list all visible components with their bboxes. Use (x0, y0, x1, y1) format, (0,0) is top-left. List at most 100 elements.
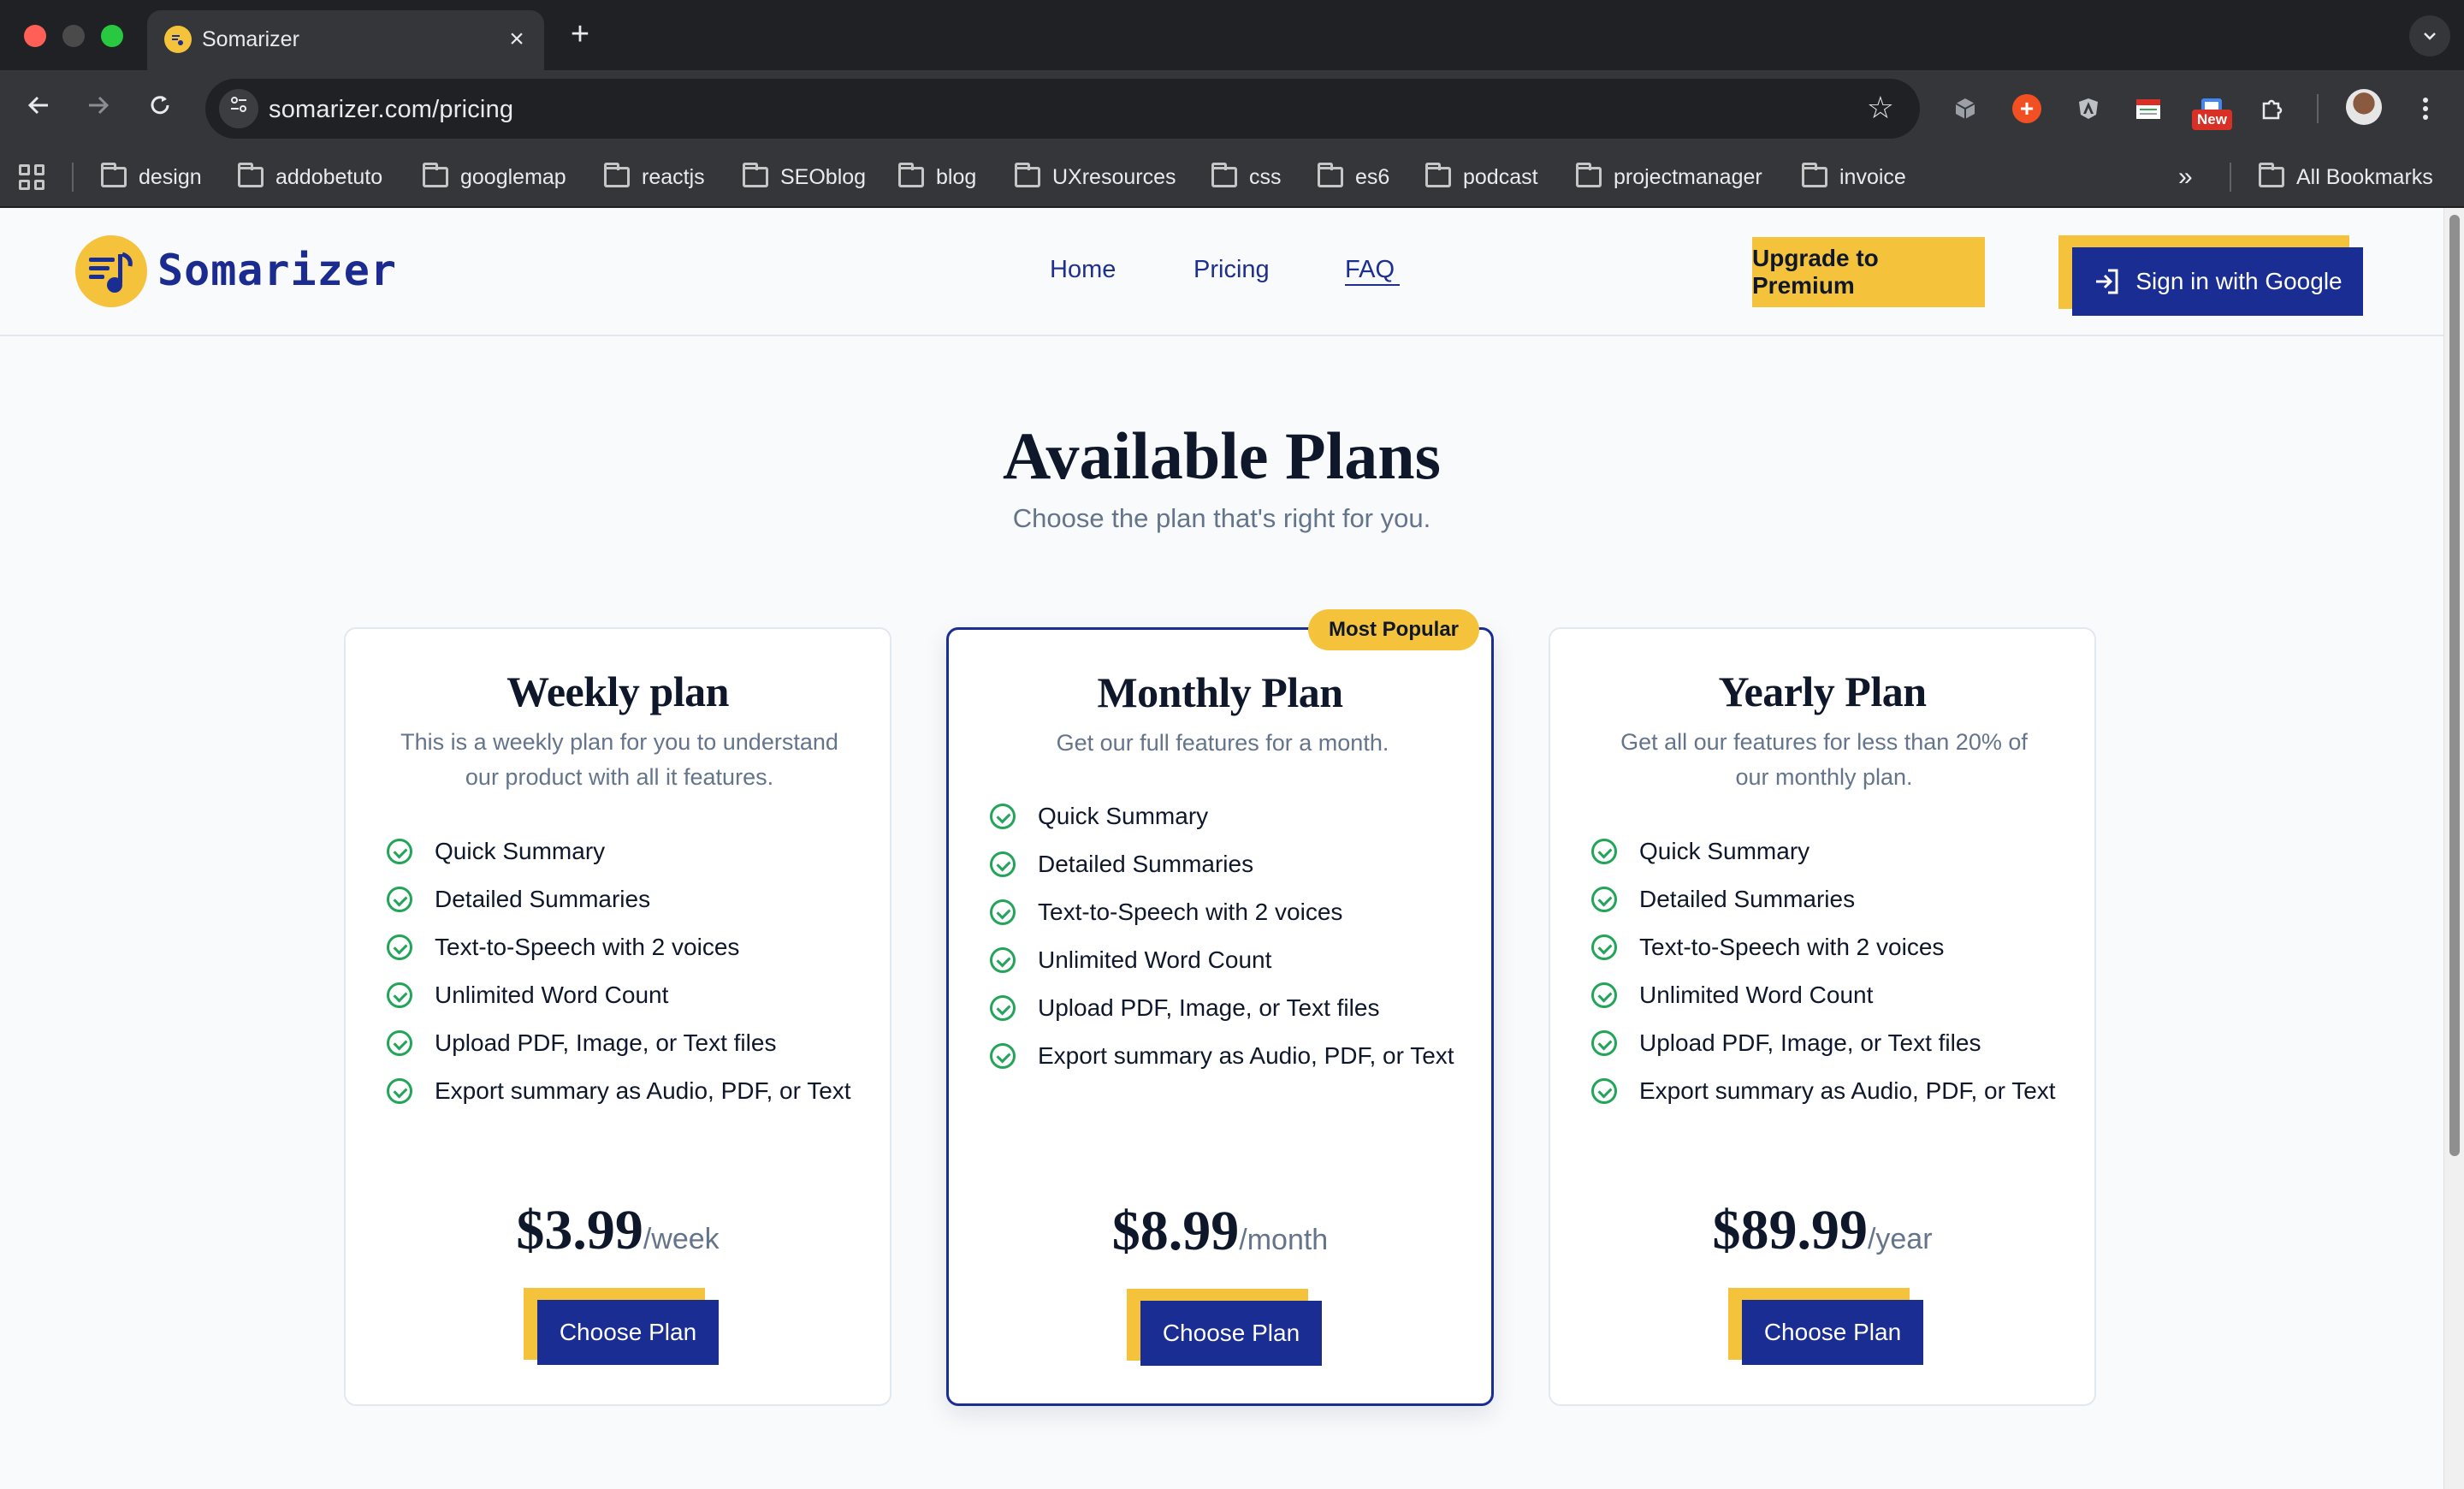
bookmark-googlemap[interactable]: googlemap (423, 163, 566, 192)
extension-angular-icon[interactable] (2070, 91, 2106, 127)
bookmark-es6[interactable]: es6 (1318, 163, 1389, 192)
tab-close-icon[interactable]: × (500, 22, 534, 56)
plan-name: Yearly Plan (1718, 667, 1927, 715)
check-circle-icon (1591, 1078, 1617, 1104)
url-text[interactable]: somarizer.com/pricing (269, 96, 513, 124)
bookmark-seoblog[interactable]: SEOblog (743, 163, 866, 192)
folder-icon (1211, 163, 1237, 187)
check-circle-icon (1591, 1030, 1617, 1056)
bookmark-projectmanager[interactable]: projectmanager (1576, 163, 1762, 192)
logo-icon[interactable] (75, 235, 147, 307)
new-badge: New (2192, 110, 2232, 130)
minimize-window-button[interactable] (62, 25, 85, 47)
bookmark-blog[interactable]: blog (898, 163, 976, 192)
check-circle-icon (990, 1043, 1016, 1069)
maximize-window-button[interactable] (101, 25, 123, 47)
feature-item: Quick Summary (1591, 828, 2056, 875)
reload-icon[interactable] (140, 89, 180, 128)
apps-grid-icon[interactable] (19, 164, 44, 190)
extensions-puzzle-icon[interactable] (2255, 91, 2291, 127)
check-circle-icon (1591, 887, 1617, 912)
address-bar[interactable]: somarizer.com/pricing ☆ (205, 79, 1920, 139)
most-popular-badge: Most Popular (1308, 609, 1480, 650)
plan-price: $8.99/month (949, 1199, 1491, 1264)
page-scrollbar[interactable] (2443, 208, 2464, 1489)
tab-search-button[interactable] (2409, 15, 2450, 56)
extension-plus-icon[interactable]: + (2012, 94, 2041, 123)
forward-icon[interactable] (79, 89, 118, 128)
brand-name[interactable]: Somarizer (157, 246, 397, 295)
extension-calendar-icon[interactable] (2130, 91, 2166, 127)
plan-name: Monthly Plan (1097, 668, 1343, 716)
feature-item: Upload PDF, Image, or Text files (1591, 1019, 2056, 1067)
check-circle-icon (387, 839, 412, 864)
bookmark-star-icon[interactable]: ☆ (1867, 91, 1894, 125)
feature-item: Text-to-Speech with 2 voices (387, 923, 851, 971)
bookmark-podcast[interactable]: podcast (1425, 163, 1538, 192)
folder-icon (1576, 163, 1602, 187)
profile-avatar[interactable] (2346, 89, 2382, 125)
check-circle-icon (387, 982, 412, 1008)
feature-item: Export summary as Audio, PDF, or Text (1591, 1067, 2056, 1115)
page-viewport: Somarizer Home Pricing FAQ Upgrade to Pr… (0, 208, 2443, 1489)
bookmark-css[interactable]: css (1211, 163, 1282, 192)
check-circle-icon (387, 1030, 412, 1056)
plan-card-weekly: Weekly plan This is a weekly plan for yo… (344, 627, 891, 1406)
tab-title: Somarizer (202, 27, 299, 51)
browser-tab[interactable]: Somarizer × (147, 10, 544, 70)
choose-plan-button-monthly[interactable]: Choose Plan (1140, 1301, 1322, 1366)
scrollbar-thumb[interactable] (2449, 215, 2460, 1156)
browser-menu-icon[interactable] (2408, 91, 2443, 127)
feature-item: Detailed Summaries (1591, 875, 2056, 923)
sign-in-button-wrapper: Sign in with Google (2058, 235, 2363, 316)
folder-icon (1318, 163, 1343, 187)
nav-home-link[interactable]: Home (1050, 256, 1116, 284)
site-header: Somarizer Home Pricing FAQ Upgrade to Pr… (0, 208, 2443, 336)
plan-card-monthly: Most Popular Monthly Plan Get our full f… (946, 609, 1494, 1406)
bookmark-invoice[interactable]: invoice (1802, 163, 1906, 192)
sign-in-with-google-button[interactable]: Sign in with Google (2072, 247, 2363, 316)
check-circle-icon (990, 947, 1016, 973)
bookmark-uxresources[interactable]: UXresources (1015, 163, 1176, 192)
bookmark-addobetuto[interactable]: addobetuto (238, 163, 382, 192)
check-circle-icon (387, 934, 412, 960)
feature-list: Quick Summary Detailed Summaries Text-to… (990, 792, 1454, 1080)
check-circle-icon (387, 887, 412, 912)
feature-item: Text-to-Speech with 2 voices (1591, 923, 2056, 971)
check-circle-icon (990, 899, 1016, 925)
price-amount: $3.99 (516, 1199, 643, 1261)
check-circle-icon (990, 995, 1016, 1021)
check-circle-icon (1591, 934, 1617, 960)
toolbar-divider (2317, 94, 2319, 123)
plan-description: Get all our features for less than 20% o… (1620, 729, 2028, 790)
check-circle-icon (387, 1078, 412, 1104)
bookmarks-overflow-button[interactable]: » (2178, 163, 2193, 192)
choose-plan-button-yearly[interactable]: Choose Plan (1742, 1300, 1923, 1365)
feature-item: Unlimited Word Count (990, 936, 1454, 984)
bookmark-reactjs[interactable]: reactjs (604, 163, 705, 192)
folder-icon (604, 163, 630, 187)
folder-icon (2259, 163, 2284, 187)
folder-icon (1015, 163, 1040, 187)
bookmarks-divider (2230, 163, 2231, 192)
sign-in-icon (2096, 269, 2118, 294)
price-period: /month (1239, 1224, 1329, 1256)
site-info-icon[interactable] (219, 89, 258, 128)
nav-pricing-link[interactable]: Pricing (1194, 256, 1270, 284)
all-bookmarks-button[interactable]: All Bookmarks (2259, 163, 2433, 192)
back-icon[interactable] (19, 89, 58, 128)
plan-card-yearly: Yearly Plan Get all our features for les… (1549, 627, 2096, 1406)
close-window-button[interactable] (24, 25, 46, 47)
new-tab-button[interactable]: + (561, 15, 599, 53)
feature-item: Detailed Summaries (990, 840, 1454, 888)
upgrade-to-premium-button[interactable]: Upgrade to Premium (1752, 237, 1985, 307)
price-period: /week (643, 1223, 720, 1255)
choose-plan-button-weekly[interactable]: Choose Plan (537, 1300, 719, 1365)
bookmark-design[interactable]: design (101, 163, 202, 192)
extension-cube-icon[interactable] (1947, 91, 1983, 127)
nav-faq-link[interactable]: FAQ (1345, 256, 1401, 286)
folder-icon (743, 163, 768, 187)
favicon-icon (164, 26, 192, 53)
feature-item: Quick Summary (387, 828, 851, 875)
folder-icon (238, 163, 264, 187)
